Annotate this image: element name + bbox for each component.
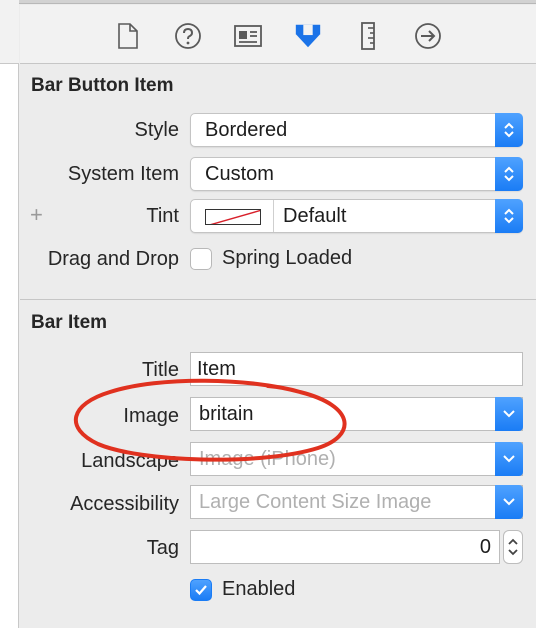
enabled-label: Enabled (222, 578, 296, 600)
image-value: britain (199, 403, 254, 425)
title-field[interactable]: Item (190, 352, 523, 386)
enabled-checkbox[interactable] (190, 579, 212, 601)
file-inspector-icon[interactable] (113, 21, 143, 51)
chevron-down-icon[interactable] (495, 397, 523, 431)
window-top-edge (0, 0, 536, 4)
tint-value: Default (283, 205, 347, 227)
title-value: Item (197, 358, 236, 380)
accessibility-placeholder: Large Content Size Image (199, 491, 432, 513)
editor-edge-header (0, 0, 19, 64)
checkmark-icon (195, 585, 207, 596)
spring-loaded-checkbox[interactable] (190, 248, 212, 270)
bar-button-item-section: Bar Button Item Style Bordered System It… (20, 64, 536, 300)
system-item-value: Custom (205, 163, 274, 185)
connections-inspector-icon[interactable] (413, 21, 443, 51)
accessibility-combobox[interactable]: Large Content Size Image (190, 485, 523, 519)
style-popup[interactable]: Bordered (190, 113, 523, 147)
accessibility-label: Accessibility (70, 493, 179, 515)
landscape-combobox[interactable]: Image (iPhone) (190, 442, 523, 476)
tint-popup[interactable]: Default (190, 199, 523, 233)
spring-loaded-label: Spring Loaded (222, 247, 353, 269)
chevron-down-icon[interactable] (495, 485, 523, 519)
image-label: Image (123, 405, 179, 427)
quick-help-icon[interactable] (173, 21, 203, 51)
add-variation-plus-icon[interactable]: + (30, 202, 43, 228)
bar-item-section: Bar Item Title Item Image britain Landsc… (20, 300, 536, 628)
style-label: Style (134, 119, 179, 141)
color-swatch-icon (205, 209, 261, 225)
drag-and-drop-label: Drag and Drop (47, 248, 179, 270)
updown-chevron-icon (495, 157, 523, 191)
tint-label: Tint (146, 205, 179, 227)
style-value: Bordered (205, 119, 288, 141)
updown-chevron-icon (495, 199, 523, 233)
identity-inspector-icon[interactable] (233, 21, 263, 51)
title-label: Title (141, 359, 179, 381)
tag-field[interactable]: 0 (190, 530, 500, 564)
landscape-placeholder: Image (iPhone) (199, 448, 336, 470)
system-item-popup[interactable]: Custom (190, 157, 523, 191)
stepper-arrows-icon (508, 538, 518, 556)
section-title-bar-button-item: Bar Button Item (31, 75, 174, 96)
system-item-label: System Item (67, 163, 179, 185)
editor-edge (0, 0, 19, 628)
section-title-bar-item: Bar Item (31, 312, 108, 333)
tag-stepper[interactable] (503, 530, 523, 564)
landscape-label: Landscape (81, 450, 179, 472)
image-combobox[interactable]: britain (190, 397, 523, 431)
updown-chevron-icon (495, 113, 523, 147)
tag-value: 0 (479, 536, 491, 558)
swatch-divider (273, 200, 274, 232)
attributes-inspector-icon[interactable] (293, 21, 323, 51)
size-inspector-icon[interactable] (353, 21, 383, 51)
tag-label: Tag (146, 537, 179, 559)
chevron-down-icon[interactable] (495, 442, 523, 476)
inspector-toolbar (20, 5, 536, 64)
